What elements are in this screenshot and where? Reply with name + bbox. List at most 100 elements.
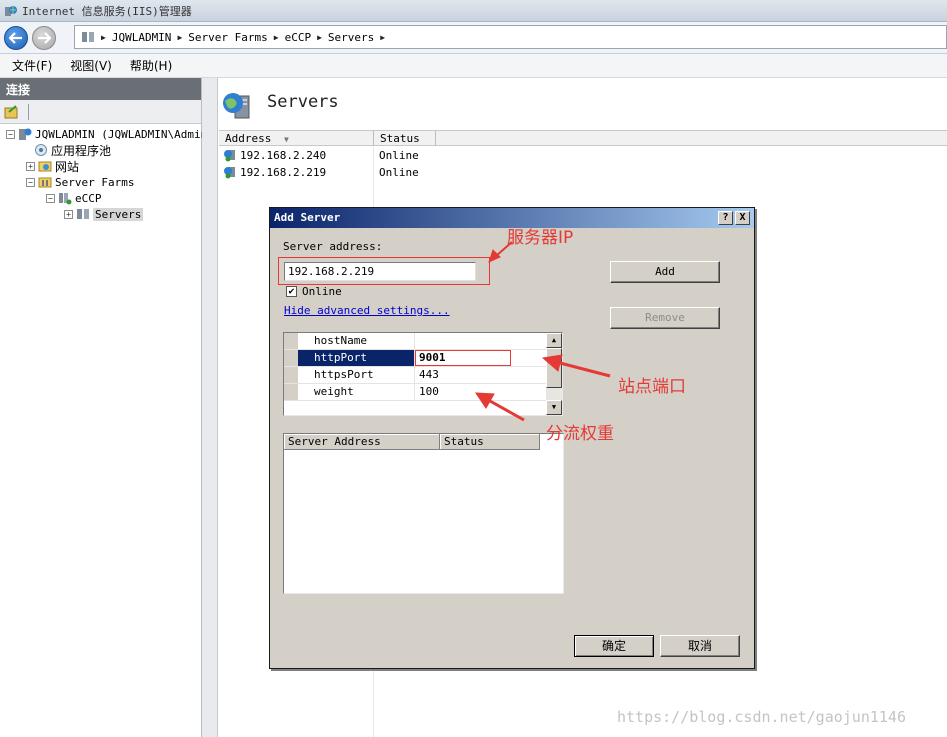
tree-node-server-farms[interactable]: − Server Farms: [26, 174, 134, 190]
property-name: weight: [298, 384, 415, 400]
address-bar[interactable]: ▶ JQWLADMIN ▶ Server Farms ▶ eCCP ▶ Serv…: [74, 25, 947, 49]
property-row[interactable]: httpsPort 443: [284, 367, 546, 384]
add-button[interactable]: Add: [610, 261, 720, 283]
server-address-input[interactable]: 192.168.2.219: [284, 262, 476, 281]
scroll-thumb[interactable]: [546, 348, 562, 388]
table-row[interactable]: 192.168.2.219 Online: [219, 164, 619, 181]
menu-view[interactable]: 视图(V): [70, 57, 112, 74]
server-online-icon: [224, 150, 235, 162]
table-row[interactable]: 192.168.2.240 Online: [219, 147, 619, 164]
watermark: https://blog.csdn.net/gaojun1146: [617, 708, 906, 726]
online-label[interactable]: Online: [302, 285, 342, 298]
property-value[interactable]: 443: [416, 367, 546, 383]
breadcrumb-item[interactable]: JQWLADMIN: [112, 31, 172, 44]
connections-panel: 连接 − JQWLADMIN (JQWLADMIN\Admin 应用程序池 + …: [0, 78, 207, 737]
row-gutter: [284, 367, 298, 383]
server-address-label: Server address:: [283, 240, 383, 253]
property-name: httpsPort: [298, 367, 415, 383]
tree-label: JQWLADMIN (JQWLADMIN\Admin: [35, 127, 208, 141]
property-value[interactable]: [416, 333, 546, 349]
tree-node-eccp[interactable]: − eCCP: [46, 190, 102, 206]
row-gutter: [284, 350, 298, 366]
ok-button[interactable]: 确定: [574, 635, 654, 657]
servers-icon: [77, 209, 89, 219]
remove-button[interactable]: Remove: [610, 307, 720, 329]
tree-node-sites[interactable]: + 网站: [26, 158, 79, 174]
page-title: Servers: [267, 92, 339, 112]
window-titlebar: Internet 信息服务(IIS)管理器: [0, 0, 947, 22]
annotation-highlight-box: [415, 350, 511, 366]
expand-icon[interactable]: +: [64, 209, 73, 219]
expand-icon[interactable]: +: [26, 161, 35, 171]
annotation-site-port: 站点端口: [618, 377, 686, 397]
property-row[interactable]: weight 100: [284, 384, 546, 401]
row-gutter: [284, 333, 298, 349]
arrow-right-icon: [38, 32, 51, 44]
add-server-dialog: Add Server ? X Server address: 192.168.2…: [269, 207, 755, 669]
breadcrumb-separator-icon: ▶: [177, 32, 183, 42]
help-button[interactable]: ?: [718, 211, 733, 225]
property-name: httpPort: [298, 350, 415, 366]
connect-icon[interactable]: [4, 104, 20, 120]
ok-button-label: 确定: [601, 639, 626, 653]
tree-label: 网站: [55, 159, 80, 174]
panel-splitter[interactable]: [202, 78, 218, 737]
window-title: Internet 信息服务(IIS)管理器: [22, 4, 192, 18]
breadcrumb-item[interactable]: eCCP: [285, 31, 312, 44]
tree-node-server[interactable]: − JQWLADMIN (JQWLADMIN\Admin: [6, 126, 207, 142]
property-value[interactable]: 100: [416, 384, 546, 400]
server-farm-icon: [59, 193, 72, 205]
tree-label: Servers: [93, 207, 144, 221]
arrow-left-icon: [9, 32, 22, 44]
menu-help[interactable]: 帮助(H): [130, 57, 172, 74]
collapse-icon[interactable]: −: [6, 129, 15, 139]
collapse-icon[interactable]: −: [26, 177, 35, 187]
servers-list-header: Address ▼ Status: [219, 130, 947, 146]
collapse-icon[interactable]: −: [46, 193, 55, 203]
row-gutter: [284, 384, 298, 400]
server-address-cell: 192.168.2.219: [223, 165, 326, 179]
properties-scrollbar[interactable]: ▲ ▼: [546, 333, 562, 415]
tree-label: eCCP: [75, 191, 102, 205]
server-list[interactable]: Server Address Status: [283, 433, 564, 594]
server-address: 192.168.2.240: [240, 148, 327, 162]
tree-node-servers[interactable]: + Servers: [64, 206, 144, 222]
column-header-status[interactable]: Status: [440, 434, 540, 449]
server-farms-icon: [38, 177, 52, 188]
server-status: Online: [379, 166, 419, 179]
column-header-label: Address: [225, 132, 272, 145]
column-header-server-address[interactable]: Server Address: [284, 434, 440, 449]
tree-label: 应用程序池: [51, 143, 112, 158]
toolbar-divider: [28, 103, 29, 120]
scroll-up-icon[interactable]: ▲: [546, 333, 562, 348]
breadcrumb-separator-icon[interactable]: ▶: [380, 33, 385, 42]
tree-node-app-pools[interactable]: 应用程序池: [34, 142, 111, 158]
iis-app-icon: [5, 5, 17, 16]
annotation-server-ip: 服务器IP: [507, 228, 574, 248]
cancel-button-label: 取消: [687, 639, 712, 653]
column-header-status[interactable]: Status: [374, 131, 436, 146]
menu-file[interactable]: 文件(F): [12, 57, 52, 74]
server-status: Online: [379, 149, 419, 162]
server-address: 192.168.2.219: [240, 165, 327, 179]
connections-toolbar: [0, 100, 201, 124]
properties-grid: hostName httpPort 9001 httpsPort 443 wei…: [283, 332, 563, 416]
scroll-down-icon[interactable]: ▼: [546, 400, 562, 415]
sites-folder-icon: [38, 161, 52, 172]
property-name: hostName: [298, 333, 415, 349]
server-icon: [19, 128, 32, 140]
breadcrumb-item[interactable]: Servers: [328, 31, 374, 44]
advanced-settings-link[interactable]: Hide advanced settings...: [284, 304, 450, 317]
breadcrumb-separator-icon: ▶: [101, 32, 106, 42]
back-button[interactable]: [4, 26, 28, 50]
property-row[interactable]: hostName: [284, 333, 546, 350]
cancel-button[interactable]: 取消: [660, 635, 740, 657]
close-button[interactable]: X: [735, 211, 750, 225]
online-checkbox[interactable]: ✔: [286, 286, 297, 297]
forward-button[interactable]: [32, 26, 56, 50]
navigation-bar: ▶ JQWLADMIN ▶ Server Farms ▶ eCCP ▶ Serv…: [0, 22, 947, 54]
breadcrumb-item[interactable]: Server Farms: [188, 31, 267, 44]
column-header-address[interactable]: Address ▼: [219, 131, 374, 146]
breadcrumb-separator-icon: ▶: [317, 32, 322, 42]
server-list-icon: [82, 32, 94, 42]
